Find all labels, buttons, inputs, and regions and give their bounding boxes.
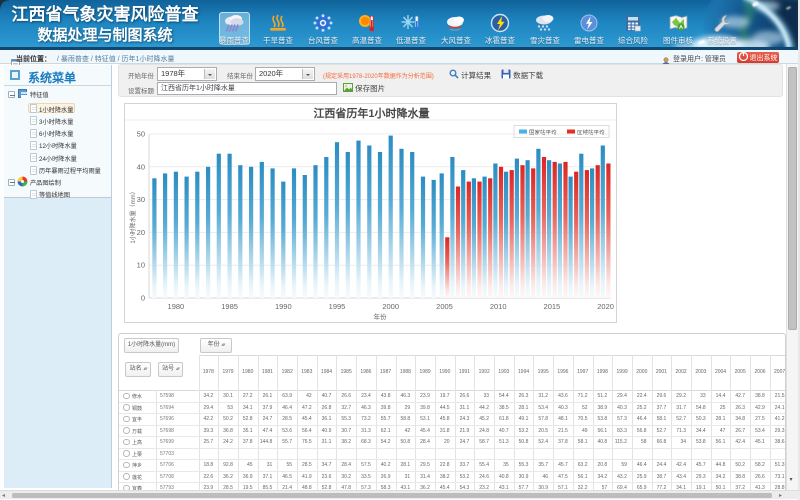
svg-text:2010: 2010 [490, 302, 507, 311]
svg-text:1小时降水量（mm）: 1小时降水量（mm） [129, 188, 137, 243]
svg-text:2005: 2005 [436, 302, 453, 311]
svg-text:1990: 1990 [275, 302, 292, 311]
svg-text:1995: 1995 [329, 302, 346, 311]
svg-text:10: 10 [137, 261, 145, 270]
svg-text:1980: 1980 [168, 302, 185, 311]
svg-text:2000: 2000 [382, 302, 399, 311]
svg-text:1985: 1985 [221, 302, 238, 311]
svg-text:20: 20 [137, 228, 145, 237]
svg-text:江西省历年1小时降水量: 江西省历年1小时降水量 [313, 106, 429, 120]
svg-text:2015: 2015 [544, 302, 561, 311]
svg-text:0: 0 [141, 294, 145, 303]
svg-text:30: 30 [137, 195, 145, 204]
svg-text:区域站平均: 区域站平均 [577, 129, 605, 137]
svg-text:国家站平均: 国家站平均 [529, 129, 557, 137]
svg-text:40: 40 [137, 162, 145, 171]
svg-text:50: 50 [137, 130, 145, 139]
svg-text:年份: 年份 [374, 312, 388, 321]
svg-text:2020: 2020 [597, 302, 614, 311]
